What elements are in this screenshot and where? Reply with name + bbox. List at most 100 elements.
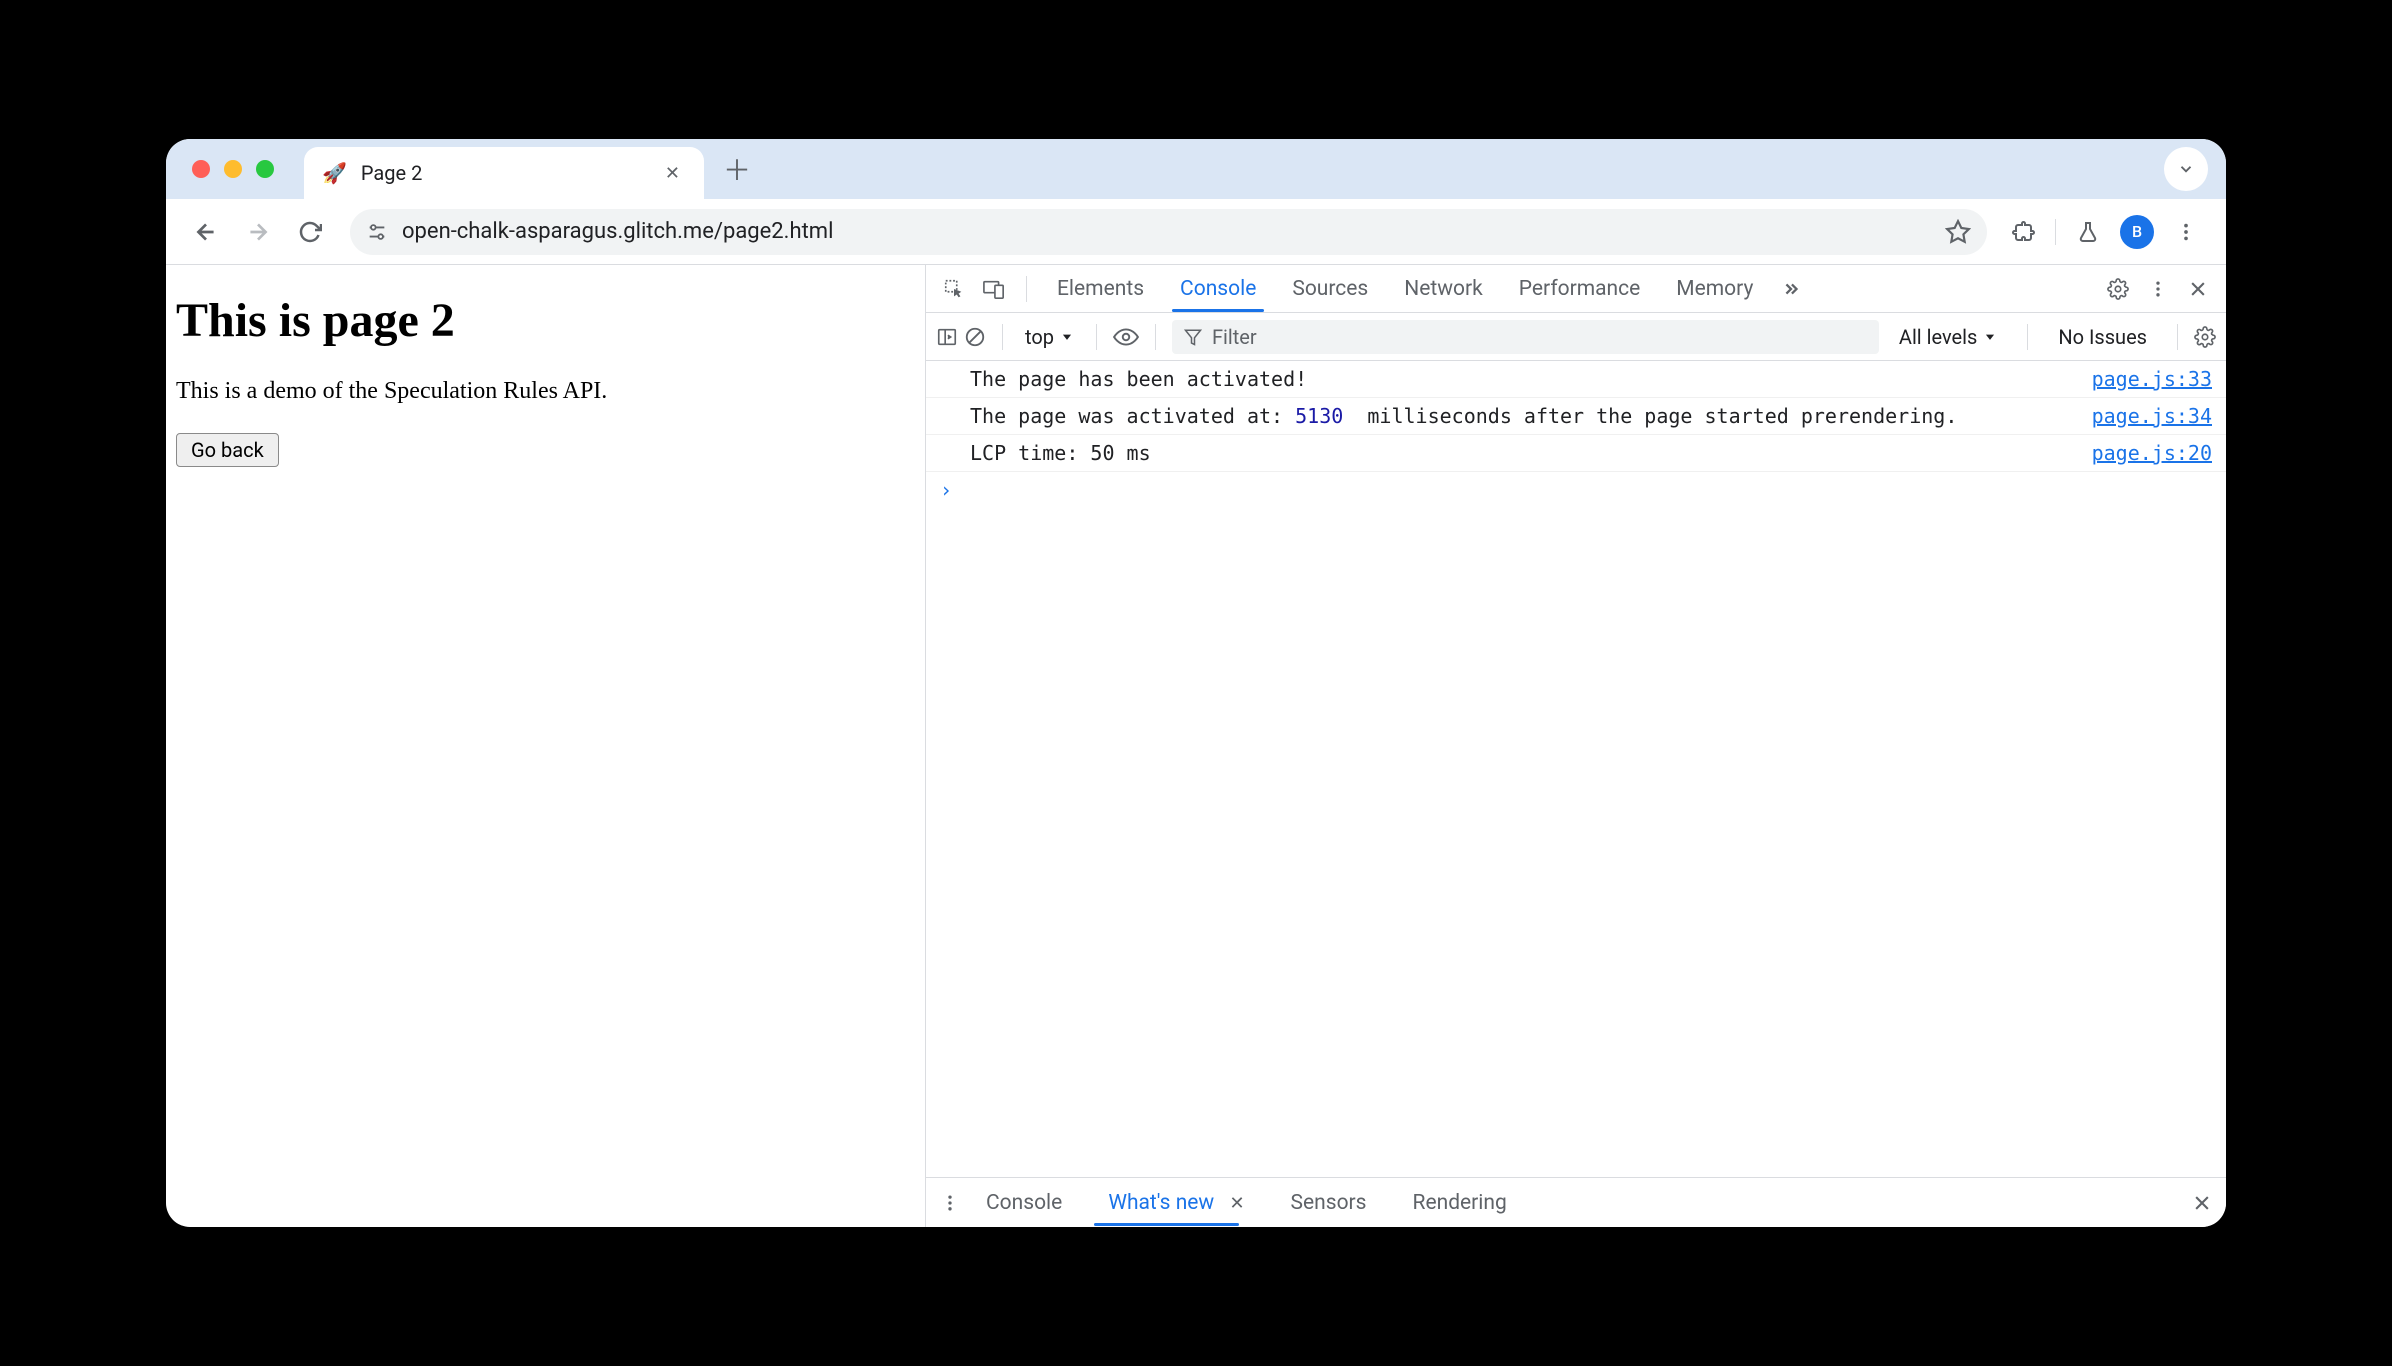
tab-title: Page 2 <box>361 161 422 185</box>
forward-button[interactable] <box>238 212 278 252</box>
log-levels-selector[interactable]: All levels <box>1885 325 2011 349</box>
go-back-button[interactable]: Go back <box>176 433 279 467</box>
log-source-link[interactable]: page.js:20 <box>2092 441 2212 465</box>
browser-tab[interactable]: 🚀 Page 2 ✕ <box>304 147 704 199</box>
console-toolbar: top Filter All levels No Is <box>926 313 2226 361</box>
live-expression-button[interactable] <box>1113 324 1139 350</box>
window-close-button[interactable] <box>192 160 210 178</box>
browser-menu-button[interactable] <box>2166 212 2206 252</box>
funnel-icon <box>1184 328 1202 346</box>
log-message: LCP time: 50 ms <box>970 441 2072 465</box>
devtools-tabbar: Elements Console Sources Network Perform… <box>926 265 2226 313</box>
filter-placeholder: Filter <box>1212 325 1257 349</box>
tab-elements[interactable]: Elements <box>1041 267 1160 311</box>
triangle-down-icon <box>1060 330 1074 344</box>
drawer-close-button[interactable] <box>2192 1193 2212 1213</box>
page-heading: This is page 2 <box>176 293 915 348</box>
drawer-tab-whats-new[interactable]: What's new ✕ <box>1088 1181 1264 1225</box>
console-prompt[interactable]: › <box>926 472 2226 508</box>
devtools-menu-button[interactable] <box>2140 279 2176 299</box>
drawer-menu-button[interactable] <box>940 1193 960 1213</box>
profile-avatar[interactable]: B <box>2120 215 2154 249</box>
issues-label: No Issues <box>2058 325 2147 349</box>
tab-performance[interactable]: Performance <box>1503 267 1656 311</box>
close-tab-icon[interactable]: ✕ <box>659 157 686 190</box>
inspect-element-button[interactable] <box>936 278 972 300</box>
device-icon <box>982 278 1006 300</box>
drawer-tab-sensors[interactable]: Sensors <box>1271 1181 1387 1225</box>
filter-input[interactable]: Filter <box>1172 320 1879 354</box>
log-message: The page was activated at: 5130 millisec… <box>970 404 2072 428</box>
close-icon <box>2192 1193 2212 1213</box>
kebab-icon <box>2148 279 2168 299</box>
reload-button[interactable] <box>290 212 330 252</box>
issues-button[interactable]: No Issues <box>2044 325 2161 349</box>
drawer-tab-label: What's new <box>1108 1191 1214 1215</box>
new-tab-button[interactable]: ＋ <box>716 148 758 190</box>
devtools-drawer: Console What's new ✕ Sensors Rendering <box>926 1177 2226 1227</box>
devtools-settings-button[interactable] <box>2100 278 2136 300</box>
devtools-close-button[interactable] <box>2180 279 2216 299</box>
chevron-down-icon <box>2177 160 2195 178</box>
log-row: The page was activated at: 5130 millisec… <box>926 398 2226 435</box>
gear-icon <box>2194 326 2216 348</box>
sidebar-icon <box>936 326 958 348</box>
site-settings-icon[interactable] <box>366 221 388 243</box>
eye-icon <box>1113 324 1139 350</box>
context-label: top <box>1025 325 1054 349</box>
drawer-tab-rendering[interactable]: Rendering <box>1393 1181 1527 1225</box>
kebab-icon <box>940 1193 960 1213</box>
page-viewport: This is page 2 This is a demo of the Spe… <box>166 265 926 1227</box>
context-selector[interactable]: top <box>1019 325 1080 349</box>
close-drawer-tab-icon[interactable]: ✕ <box>1229 1193 1244 1214</box>
url-text: open-chalk-asparagus.glitch.me/page2.htm… <box>402 219 833 244</box>
log-row: The page has been activated! page.js:33 <box>926 361 2226 398</box>
puzzle-icon <box>2011 220 2035 244</box>
more-tabs-button[interactable] <box>1773 278 1809 300</box>
address-bar[interactable]: open-chalk-asparagus.glitch.me/page2.htm… <box>350 209 1987 255</box>
chevrons-right-icon <box>1780 278 1802 300</box>
toggle-sidebar-button[interactable] <box>936 326 958 348</box>
kebab-icon <box>2175 221 2197 243</box>
bookmark-button[interactable] <box>1945 219 1971 245</box>
toolbar-separator <box>2055 219 2056 245</box>
window-minimize-button[interactable] <box>224 160 242 178</box>
tab-console[interactable]: Console <box>1164 267 1272 311</box>
triangle-down-icon <box>1983 330 1997 344</box>
flask-icon <box>2076 220 2100 244</box>
star-icon <box>1945 219 1971 245</box>
console-settings-button[interactable] <box>2194 326 2216 348</box>
arrow-right-icon <box>245 219 271 245</box>
content-area: This is page 2 This is a demo of the Spe… <box>166 265 2226 1227</box>
inspect-icon <box>943 278 965 300</box>
reload-icon <box>298 220 322 244</box>
clear-console-button[interactable] <box>964 326 986 348</box>
back-button[interactable] <box>186 212 226 252</box>
tab-memory[interactable]: Memory <box>1660 267 1769 311</box>
window-controls <box>192 160 274 178</box>
avatar-initial: B <box>2132 222 2142 241</box>
drawer-tab-console[interactable]: Console <box>966 1181 1082 1225</box>
close-icon <box>2188 279 2208 299</box>
tab-favicon: 🚀 <box>322 161 347 185</box>
ban-icon <box>964 326 986 348</box>
tabs-dropdown-button[interactable] <box>2164 147 2208 191</box>
page-paragraph: This is a demo of the Speculation Rules … <box>176 378 915 405</box>
log-row: LCP time: 50 ms page.js:20 <box>926 435 2226 472</box>
tab-sources[interactable]: Sources <box>1276 267 1384 311</box>
window-maximize-button[interactable] <box>256 160 274 178</box>
gear-icon <box>2107 278 2129 300</box>
extensions-button[interactable] <box>2003 212 2043 252</box>
console-log: The page has been activated! page.js:33 … <box>926 361 2226 1177</box>
devtools-panel: Elements Console Sources Network Perform… <box>926 265 2226 1227</box>
browser-toolbar: open-chalk-asparagus.glitch.me/page2.htm… <box>166 199 2226 265</box>
tab-network[interactable]: Network <box>1388 267 1499 311</box>
log-source-link[interactable]: page.js:33 <box>2092 367 2212 391</box>
log-source-link[interactable]: page.js:34 <box>2092 404 2212 428</box>
tab-strip: 🚀 Page 2 ✕ ＋ <box>166 139 2226 199</box>
arrow-left-icon <box>193 219 219 245</box>
labs-button[interactable] <box>2068 212 2108 252</box>
browser-window: 🚀 Page 2 ✕ ＋ open-chalk-asparagus.glitch… <box>166 139 2226 1227</box>
levels-label: All levels <box>1899 325 1977 349</box>
device-toolbar-button[interactable] <box>976 278 1012 300</box>
